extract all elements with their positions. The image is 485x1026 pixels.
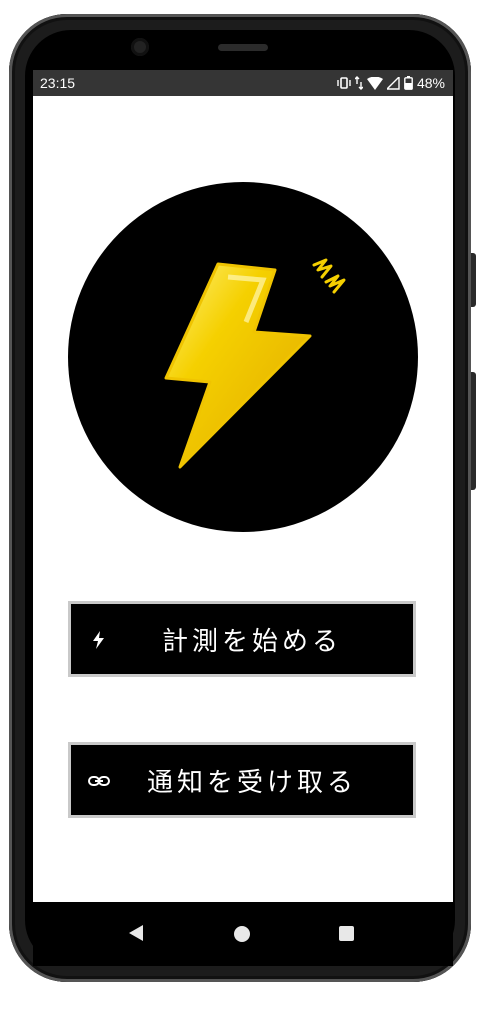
volume-button xyxy=(471,253,476,307)
receive-notifications-label: 通知を受け取る xyxy=(146,767,357,798)
start-measure-button[interactable]: 計測を始める xyxy=(68,601,416,677)
receive-notifications-button[interactable]: 通知を受け取る xyxy=(68,742,416,818)
navigation-bar xyxy=(33,902,453,966)
wifi-icon xyxy=(366,76,383,90)
power-button xyxy=(471,372,476,490)
main-content: 計測を始める 通知を受け取る xyxy=(33,96,453,902)
earpiece-speaker xyxy=(218,44,268,51)
link-icon xyxy=(88,776,110,786)
data-arrows-icon xyxy=(354,76,363,90)
vibrate-icon xyxy=(337,77,351,89)
app-logo xyxy=(68,182,418,532)
status-time: 23:15 xyxy=(40,75,76,91)
recents-icon[interactable] xyxy=(339,926,354,941)
lightning-icon xyxy=(93,631,104,649)
status-icons: 48% xyxy=(337,75,445,91)
status-bar: 23:15 48% xyxy=(33,70,453,96)
home-icon[interactable] xyxy=(234,926,250,942)
back-icon[interactable] xyxy=(128,924,144,942)
battery-icon xyxy=(404,76,413,90)
start-measure-label: 計測を始める xyxy=(161,626,342,657)
battery-percent: 48% xyxy=(416,75,445,91)
lightning-bolt-icon xyxy=(164,258,346,469)
signal-icon xyxy=(386,76,400,90)
screen: 23:15 48% 計測を始める 通知を受け取る xyxy=(33,70,453,966)
front-camera xyxy=(131,38,149,56)
